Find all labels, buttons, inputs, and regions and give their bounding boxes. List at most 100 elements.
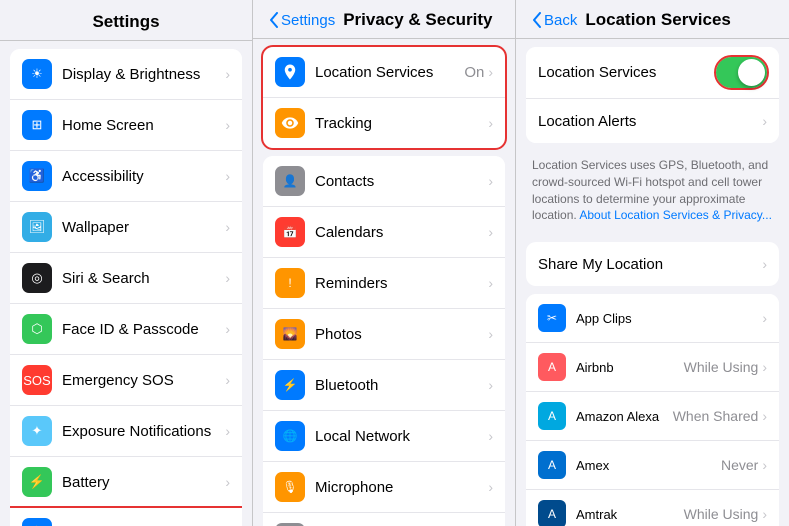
left-item-privacy[interactable]: 🤚 Privacy & Security › — [10, 508, 242, 526]
about-link[interactable]: About Location Services & Privacy... — [579, 208, 772, 222]
mid-icon-contacts: 👤 — [275, 166, 305, 196]
location-services-label: Location Services — [315, 64, 464, 81]
left-item-siri[interactable]: ◎ Siri & Search › — [10, 253, 242, 304]
app-label-airbnb: Airbnb — [576, 360, 684, 375]
location-toggle-row: Location Services — [526, 47, 779, 99]
mid-item-calendars[interactable]: 📅 Calendars › — [263, 207, 505, 258]
mid-label-localnetwork: Local Network — [315, 428, 488, 445]
chevron-battery: › — [225, 474, 230, 490]
middle-back-label: Settings — [281, 12, 335, 29]
mid-item-speechrecognition[interactable]: ◎ Speech Recognition › — [263, 513, 505, 526]
left-item-exposure[interactable]: ✦ Exposure Notifications › — [10, 406, 242, 457]
app-item-airbnb[interactable]: A Airbnb While Using › — [526, 343, 779, 392]
app-chevron-appclips: › — [762, 310, 767, 326]
left-item-wallpaper[interactable]: 🖼 Wallpaper › — [10, 202, 242, 253]
location-alerts-label: Location Alerts — [538, 113, 762, 130]
middle-title: Privacy & Security — [343, 10, 492, 30]
share-location-item[interactable]: Share My Location › — [526, 242, 779, 286]
location-services-item[interactable]: Location Services On › — [263, 47, 505, 98]
left-item-home[interactable]: ⊞ Home Screen › — [10, 100, 242, 151]
app-label-amtrak: Amtrak — [576, 507, 684, 522]
left-scroll: ☀ Display & Brightness › ⊞ Home Screen ›… — [0, 41, 252, 526]
mid-chevron-microphone: › — [488, 479, 493, 495]
location-chevron: › — [488, 64, 493, 80]
app-label-appclips: App Clips — [576, 311, 758, 326]
middle-back-button[interactable]: Settings — [269, 12, 335, 29]
share-location-chevron: › — [762, 256, 767, 272]
app-item-amex[interactable]: A Amex Never › — [526, 441, 779, 490]
mid-item-microphone[interactable]: 🎙 Microphone › — [263, 462, 505, 513]
right-scroll: Location Services Location Alerts › Loca… — [516, 39, 789, 526]
right-back-button[interactable]: Back — [532, 12, 577, 29]
app-icon-amex: A — [538, 451, 566, 479]
mid-icon-bluetooth: ⚡ — [275, 370, 305, 400]
app-item-amazonalexa[interactable]: A Amazon Alexa When Shared › — [526, 392, 779, 441]
mid-label-photos: Photos — [315, 326, 488, 343]
tracking-item[interactable]: Tracking › — [263, 98, 505, 148]
mid-item-localnetwork[interactable]: 🌐 Local Network › — [263, 411, 505, 462]
left-title: Settings — [16, 12, 236, 32]
chevron-home: › — [225, 117, 230, 133]
mid-icon-reminders: ! — [275, 268, 305, 298]
location-section-highlighted: Location Services On › Tracking › — [263, 47, 505, 148]
mid-label-contacts: Contacts — [315, 173, 488, 190]
icon-wallpaper: 🖼 — [22, 212, 52, 242]
app-chevron-amex: › — [762, 457, 767, 473]
app-icon-airbnb: A — [538, 353, 566, 381]
icon-siri: ◎ — [22, 263, 52, 293]
mid-chevron-bluetooth: › — [488, 377, 493, 393]
label-wallpaper: Wallpaper — [62, 219, 225, 236]
location-alerts-item[interactable]: Location Alerts › — [526, 99, 779, 143]
mid-item-contacts[interactable]: 👤 Contacts › — [263, 156, 505, 207]
app-value-amtrak: While Using — [684, 506, 759, 522]
tracking-chevron: › — [488, 115, 493, 131]
right-panel: Back Location Services Location Services… — [516, 0, 789, 526]
app-item-amtrak[interactable]: A Amtrak While Using › — [526, 490, 779, 526]
middle-scroll: Location Services On › Tracking › — [253, 39, 515, 526]
location-toggle[interactable] — [716, 57, 767, 88]
icon-display: ☀ — [22, 59, 52, 89]
mid-item-photos[interactable]: 🌄 Photos › — [263, 309, 505, 360]
app-item-appclips[interactable]: ✂ App Clips › — [526, 294, 779, 343]
mid-label-reminders: Reminders — [315, 275, 488, 292]
icon-accessibility: ♿ — [22, 161, 52, 191]
icon-sos: SOS — [22, 365, 52, 395]
app-icon-amazonalexa: A — [538, 402, 566, 430]
middle-panel: Settings Privacy & Security Location Ser… — [253, 0, 516, 526]
chevron-accessibility: › — [225, 168, 230, 184]
mid-label-calendars: Calendars — [315, 224, 488, 241]
mid-item-reminders[interactable]: ! Reminders › — [263, 258, 505, 309]
location-description: Location Services uses GPS, Bluetooth, a… — [516, 151, 789, 234]
app-label-amex: Amex — [576, 458, 721, 473]
mid-chevron-localnetwork: › — [488, 428, 493, 444]
chevron-sos: › — [225, 372, 230, 388]
tracking-label: Tracking — [315, 115, 488, 132]
share-location-label: Share My Location — [538, 256, 762, 273]
mid-label-microphone: Microphone — [315, 479, 488, 496]
mid-item-bluetooth[interactable]: ⚡ Bluetooth › — [263, 360, 505, 411]
mid-chevron-contacts: › — [488, 173, 493, 189]
apps-list: ✂ App Clips › A Airbnb While Using › A A… — [526, 294, 779, 526]
app-value-airbnb: While Using — [684, 359, 759, 375]
mid-label-bluetooth: Bluetooth — [315, 377, 488, 394]
middle-list: 👤 Contacts › 📅 Calendars › ! Reminders ›… — [263, 156, 505, 526]
mid-icon-microphone: 🎙 — [275, 472, 305, 502]
left-item-display[interactable]: ☀ Display & Brightness › — [10, 49, 242, 100]
left-item-battery[interactable]: ⚡ Battery › — [10, 457, 242, 508]
left-item-sos[interactable]: SOS Emergency SOS › — [10, 355, 242, 406]
location-toggle-section: Location Services Location Alerts › — [526, 47, 779, 143]
right-back-label: Back — [544, 12, 577, 29]
right-header: Back Location Services — [516, 0, 789, 39]
location-services-value: On — [464, 64, 484, 81]
icon-privacy: 🤚 — [22, 518, 52, 526]
app-icon-appclips: ✂ — [538, 304, 566, 332]
left-item-accessibility[interactable]: ♿ Accessibility › — [10, 151, 242, 202]
mid-icon-photos: 🌄 — [275, 319, 305, 349]
left-item-faceid[interactable]: ⬡ Face ID & Passcode › — [10, 304, 242, 355]
label-faceid: Face ID & Passcode — [62, 321, 225, 338]
app-value-amazonalexa: When Shared — [673, 408, 759, 424]
label-display: Display & Brightness — [62, 66, 225, 83]
location-toggle-label: Location Services — [538, 64, 716, 81]
mid-icon-calendars: 📅 — [275, 217, 305, 247]
label-siri: Siri & Search — [62, 270, 225, 287]
